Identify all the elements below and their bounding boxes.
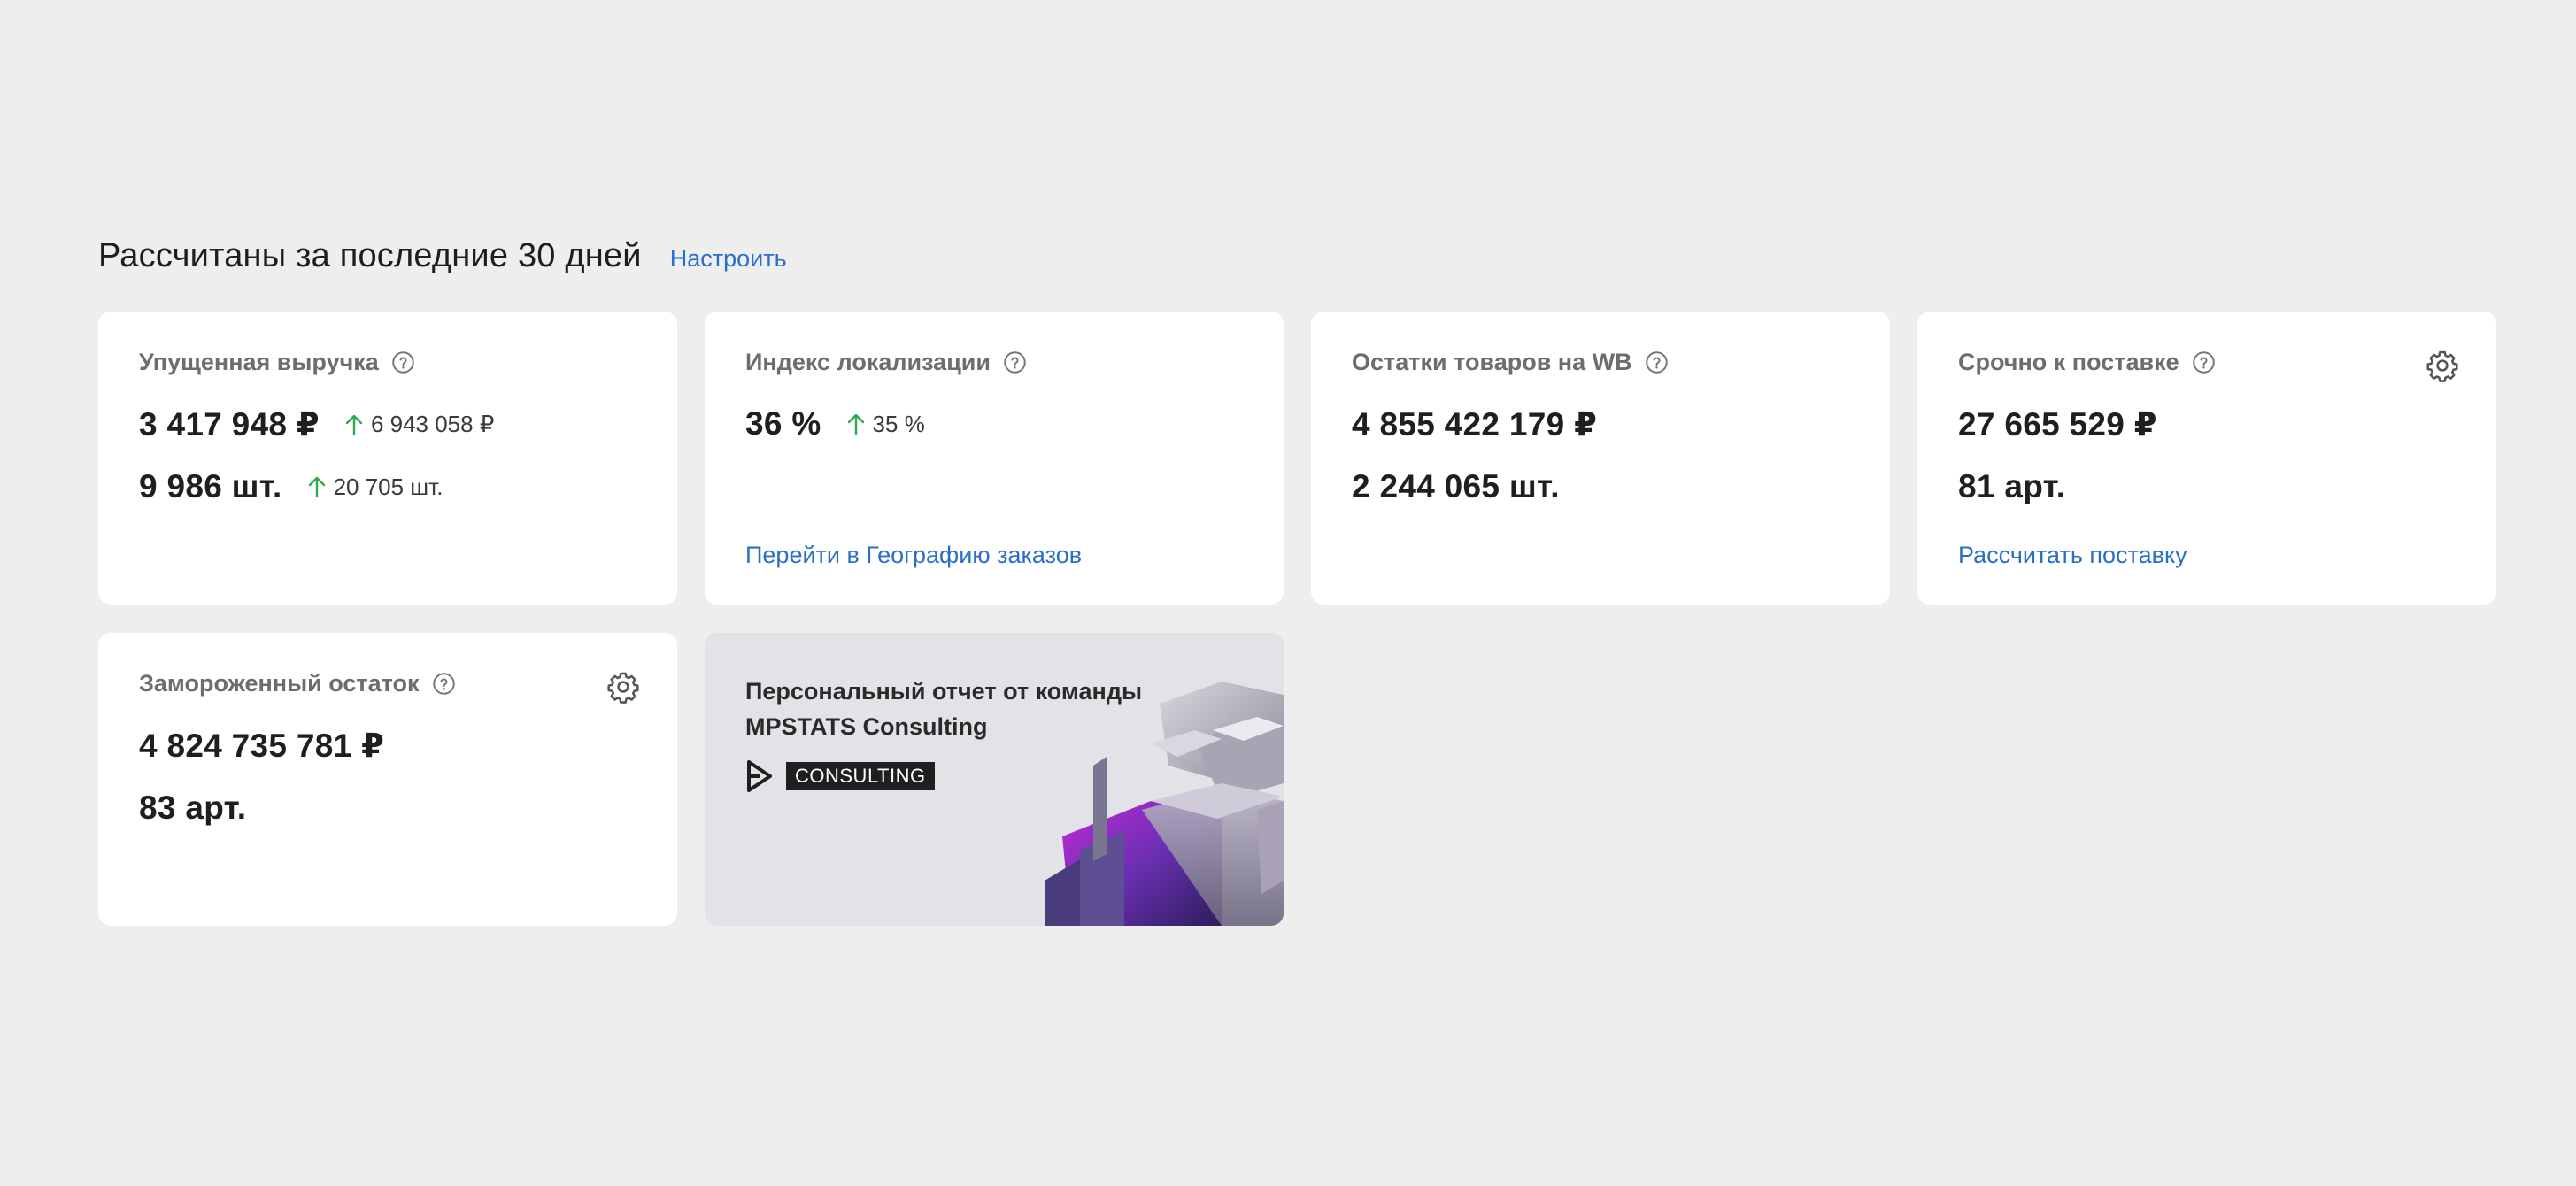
urgent-supply-rub-value: 27 665 529 ₽ [1958,406,2157,443]
card-title: Индекс локализации [745,349,1027,376]
lost-revenue-delta: 6 943 058 ₽ [344,411,494,438]
consulting-badge: CONSULTING [786,762,935,790]
gear-icon[interactable] [606,670,640,704]
frozen-stock-title: Замороженный остаток [139,670,420,697]
frozen-stock-articles-value: 83 арт. [139,789,247,826]
frozen-stock-rub-value: 4 824 735 781 ₽ [139,728,385,764]
wb-stock-card: Остатки товаров на WB 4 855 422 179 ₽ 2 … [1311,312,1890,605]
lost-units-value: 9 986 шт. [139,468,282,504]
card-title: Упущенная выручка [139,349,415,376]
card-title: Остатки товаров на WB [1352,349,1669,376]
consulting-promo-banner[interactable]: Персональный отчет от команды MPSTATS Co… [705,633,1284,926]
frozen-articles-row: 83 арт. [139,789,246,827]
lost-units-delta: 20 705 шт. [307,474,443,501]
wb-stock-title: Остатки товаров на WB [1352,349,1632,375]
promo-line1: Персональный отчет от команды [745,678,1143,705]
revenue-row: 3 417 948 ₽ 6 943 058 ₽ [139,405,494,443]
localization-index-delta-value: 35 % [872,410,925,437]
lost-revenue-title: Упущенная выручка [139,349,379,375]
localization-index-title: Индекс локализации [745,349,991,375]
section-header: Рассчитаны за последние 30 дней Настроит… [98,237,787,275]
help-icon[interactable] [432,672,456,696]
help-icon[interactable] [1645,350,1669,374]
units-row: 9 986 шт. 20 705 шт. [139,468,443,505]
localization-index-card: Индекс локализации 36 % 35 % Перейти в Г… [705,312,1284,605]
orders-geography-link[interactable]: Перейти в Географию заказов [745,542,1082,569]
mpstats-logo-icon [747,760,772,792]
index-row: 36 % 35 % [745,405,925,443]
arrow-up-icon [345,414,363,435]
stock-rub-row: 4 855 422 179 ₽ [1352,405,1597,443]
promo-text: Персональный отчет от команды MPSTATS Co… [745,674,1188,744]
supply-rub-row: 27 665 529 ₽ [1958,405,2157,443]
wb-stock-units-value: 2 244 065 шт. [1352,468,1560,504]
lost-revenue-card: Упущенная выручка 3 417 948 ₽ 6 943 058 … [98,312,677,605]
card-title: Срочно к поставке [1958,349,2216,376]
help-icon[interactable] [1003,350,1027,374]
supply-articles-row: 81 арт. [1958,468,2065,505]
card-title: Замороженный остаток [139,670,456,697]
frozen-rub-row: 4 824 735 781 ₽ [139,727,384,765]
lost-revenue-delta-value: 6 943 058 ₽ [370,411,495,437]
urgent-supply-articles-value: 81 арт. [1958,468,2066,504]
stock-units-row: 2 244 065 шт. [1352,468,1560,505]
promo-line2: MPSTATS Consulting [745,713,988,740]
configure-link[interactable]: Настроить [670,245,787,273]
urgent-supply-card: Срочно к поставке 27 665 529 ₽ 81 арт. Р… [1917,312,2496,605]
arrow-up-icon [847,413,864,435]
wb-stock-rub-value: 4 855 422 179 ₽ [1352,406,1598,443]
help-icon[interactable] [391,350,415,374]
help-icon[interactable] [2192,350,2216,374]
section-title: Рассчитаны за последние 30 дней [98,237,642,274]
lost-units-delta-value: 20 705 шт. [333,473,443,500]
urgent-supply-title: Срочно к поставке [1958,349,2179,375]
gear-icon[interactable] [2426,349,2459,382]
calculate-supply-link[interactable]: Рассчитать поставку [1958,542,2187,569]
arrow-up-icon [308,476,325,498]
localization-index-value: 36 % [745,405,821,442]
frozen-stock-card: Замороженный остаток 4 824 735 781 ₽ 83 … [98,633,677,926]
lost-revenue-value: 3 417 948 ₽ [139,406,320,443]
consulting-logo: CONSULTING [745,759,935,794]
localization-index-delta: 35 % [846,411,925,438]
